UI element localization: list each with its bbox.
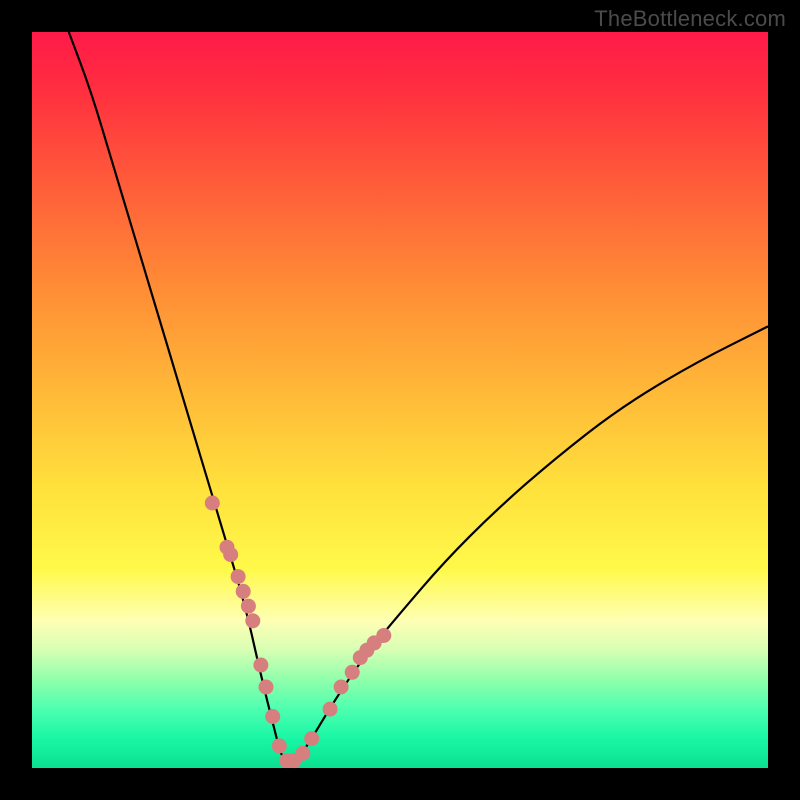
data-point: [253, 658, 268, 673]
data-point: [223, 547, 238, 562]
plot-area: [32, 32, 768, 768]
bottleneck-curve: [69, 32, 768, 761]
data-point: [265, 709, 280, 724]
watermark-text: TheBottleneck.com: [594, 6, 786, 32]
chart-svg: [32, 32, 768, 768]
data-point: [241, 599, 256, 614]
data-point: [376, 628, 391, 643]
data-point: [259, 680, 274, 695]
data-point: [304, 731, 319, 746]
data-point: [231, 569, 246, 584]
data-points-group: [205, 496, 391, 769]
data-point: [236, 584, 251, 599]
data-point: [272, 738, 287, 753]
data-point: [334, 680, 349, 695]
data-point: [345, 665, 360, 680]
data-point: [205, 496, 220, 511]
data-point: [323, 702, 338, 717]
chart-frame: TheBottleneck.com: [0, 0, 800, 800]
data-point: [245, 613, 260, 628]
data-point: [295, 746, 310, 761]
